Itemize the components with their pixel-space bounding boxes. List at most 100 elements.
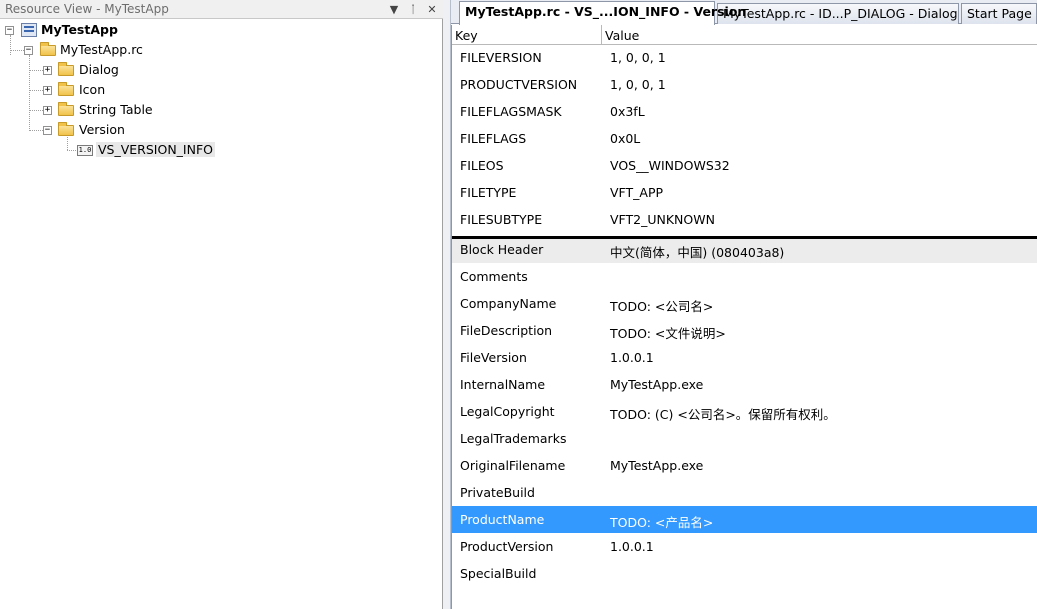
row-value[interactable]: VOS__WINDOWS32 <box>610 158 730 173</box>
tree-node-icon[interactable]: + Icon <box>0 80 443 100</box>
tree-node-vs-version-info-label: VS_VERSION_INFO <box>96 142 215 157</box>
resource-view-header: Resource View - MyTestApp ▼ ᛙ ✕ <box>0 0 443 19</box>
version-resource-icon: 1.0 <box>77 145 93 156</box>
table-row[interactable]: CompanyName TODO: <公司名> <box>452 290 1037 317</box>
row-key: CompanyName <box>460 296 557 311</box>
row-key: FILETYPE <box>460 185 517 200</box>
collapse-icon[interactable]: − <box>24 46 33 55</box>
expand-icon[interactable]: + <box>43 106 52 115</box>
tree-node-root[interactable]: − MyTestApp <box>0 20 443 40</box>
application-icon <box>21 23 37 37</box>
row-key: Comments <box>460 269 528 284</box>
row-key: FILEFLAGSMASK <box>460 104 562 119</box>
app-window: Resource View - MyTestApp ▼ ᛙ ✕ − MyTest… <box>0 0 1037 609</box>
row-value[interactable]: MyTestApp.exe <box>610 458 703 473</box>
row-value[interactable]: TODO: (C) <公司名>。保留所有权利。 <box>610 404 836 423</box>
row-key: LegalTrademarks <box>460 431 567 446</box>
tree-node-dialog[interactable]: + Dialog <box>0 60 443 80</box>
row-value[interactable]: 0x3fL <box>610 104 645 119</box>
table-row[interactable]: ProductName TODO: <产品名> <box>452 506 1037 533</box>
resource-view-title: Resource View - MyTestApp <box>5 2 169 16</box>
row-key: Block Header <box>460 242 544 257</box>
resource-tree: − MyTestApp − MyTestApp.rc + Dialog + Ic… <box>0 20 443 160</box>
tree-node-rc-label: MyTestApp.rc <box>60 42 143 57</box>
row-key: PRODUCTVERSION <box>460 77 578 92</box>
column-header-key[interactable]: Key <box>452 25 602 45</box>
row-value[interactable]: TODO: <产品名> <box>610 512 713 531</box>
row-value[interactable]: 1, 0, 0, 1 <box>610 77 666 92</box>
row-value[interactable]: 0x0L <box>610 131 640 146</box>
folder-icon <box>58 82 74 96</box>
folder-icon <box>58 122 74 136</box>
folder-icon <box>40 42 56 56</box>
tree-node-string-table[interactable]: + String Table <box>0 100 443 120</box>
tree-node-icon-label: Icon <box>79 82 106 97</box>
row-key: SpecialBuild <box>460 566 537 581</box>
tree-node-version-label: Version <box>79 122 125 137</box>
expand-icon[interactable]: + <box>43 86 52 95</box>
tab-version-editor[interactable]: MyTestApp.rc - VS_...ION_INFO - Version <box>459 1 746 25</box>
row-key: PrivateBuild <box>460 485 535 500</box>
tree-node-vs-version-info[interactable]: 1.0 VS_VERSION_INFO <box>0 140 443 160</box>
row-key: OriginalFilename <box>460 458 566 473</box>
tree-node-dialog-label: Dialog <box>79 62 119 77</box>
row-key: FILEFLAGS <box>460 131 527 146</box>
table-row[interactable]: LegalTrademarks <box>452 425 1037 452</box>
close-icon[interactable]: ✕ <box>424 1 440 17</box>
folder-icon <box>58 62 74 76</box>
row-value[interactable]: 1.0.0.1 <box>610 539 654 554</box>
table-row[interactable]: Block Header 中文(简体，中国) (080403a8) <box>452 236 1037 263</box>
row-key: LegalCopyright <box>460 404 555 419</box>
row-value[interactable]: 1.0.0.1 <box>610 350 654 365</box>
document-tab-strip: MyTestApp.rc - VS_...ION_INFO - Version … <box>451 0 1037 25</box>
tree-node-version[interactable]: − Version <box>0 120 443 140</box>
table-row[interactable]: SpecialBuild <box>452 560 1037 587</box>
row-value[interactable]: TODO: <公司名> <box>610 296 713 315</box>
table-row[interactable]: FILEVERSION 1, 0, 0, 1 <box>452 44 1037 71</box>
table-row[interactable]: LegalCopyright TODO: (C) <公司名>。保留所有权利。 <box>452 398 1037 425</box>
row-key: ProductVersion <box>460 539 554 554</box>
collapse-icon[interactable]: − <box>43 126 52 135</box>
table-row[interactable]: OriginalFilename MyTestApp.exe <box>452 452 1037 479</box>
table-row[interactable]: FILEFLAGS 0x0L <box>452 125 1037 152</box>
row-key: ProductName <box>460 512 545 527</box>
tab-start-page[interactable]: Start Page <box>961 3 1037 24</box>
expand-icon[interactable]: + <box>43 66 52 75</box>
version-info-grid: Key Value FILEVERSION 1, 0, 0, 1 PRODUCTVE… <box>451 25 1037 609</box>
row-key: FileVersion <box>460 350 527 365</box>
tree-node-rc-file[interactable]: − MyTestApp.rc <box>0 40 443 60</box>
table-row[interactable]: FileDescription TODO: <文件说明> <box>452 317 1037 344</box>
tree-node-string-table-label: String Table <box>79 102 153 117</box>
row-value[interactable]: VFT2_UNKNOWN <box>610 212 715 227</box>
dropdown-icon[interactable]: ▼ <box>386 1 402 17</box>
grid-header: Key Value <box>452 25 1037 45</box>
row-key: FILEVERSION <box>460 50 542 65</box>
resource-view-pane: Resource View - MyTestApp ▼ ᛙ ✕ − MyTest… <box>0 0 443 609</box>
table-row[interactable]: PRODUCTVERSION 1, 0, 0, 1 <box>452 71 1037 98</box>
row-value[interactable]: 1, 0, 0, 1 <box>610 50 666 65</box>
block-separator <box>452 236 1037 239</box>
tab-dialog-editor[interactable]: MyTestApp.rc - ID...P_DIALOG - Dialog <box>717 3 959 24</box>
table-row[interactable]: InternalName MyTestApp.exe <box>452 371 1037 398</box>
row-value[interactable]: 中文(简体，中国) (080403a8) <box>610 242 784 261</box>
row-value[interactable]: VFT_APP <box>610 185 663 200</box>
table-row[interactable]: FILEFLAGSMASK 0x3fL <box>452 98 1037 125</box>
row-value[interactable]: TODO: <文件说明> <box>610 323 726 342</box>
collapse-icon[interactable]: − <box>5 26 14 35</box>
pane-splitter[interactable] <box>443 0 451 609</box>
table-row[interactable]: FileVersion 1.0.0.1 <box>452 344 1037 371</box>
pin-icon[interactable]: ᛙ <box>405 1 421 17</box>
table-row[interactable]: FILEOS VOS__WINDOWS32 <box>452 152 1037 179</box>
row-key: InternalName <box>460 377 546 392</box>
column-header-value[interactable]: Value <box>602 25 1037 45</box>
row-value[interactable]: MyTestApp.exe <box>610 377 703 392</box>
tree-node-root-label: MyTestApp <box>41 22 118 37</box>
table-row[interactable]: FILETYPE VFT_APP <box>452 179 1037 206</box>
table-row[interactable]: Comments <box>452 263 1037 290</box>
row-key: FILEOS <box>460 158 504 173</box>
table-row[interactable]: PrivateBuild <box>452 479 1037 506</box>
folder-icon <box>58 102 74 116</box>
row-key: FileDescription <box>460 323 553 338</box>
table-row[interactable]: FILESUBTYPE VFT2_UNKNOWN <box>452 206 1037 233</box>
table-row[interactable]: ProductVersion 1.0.0.1 <box>452 533 1037 560</box>
